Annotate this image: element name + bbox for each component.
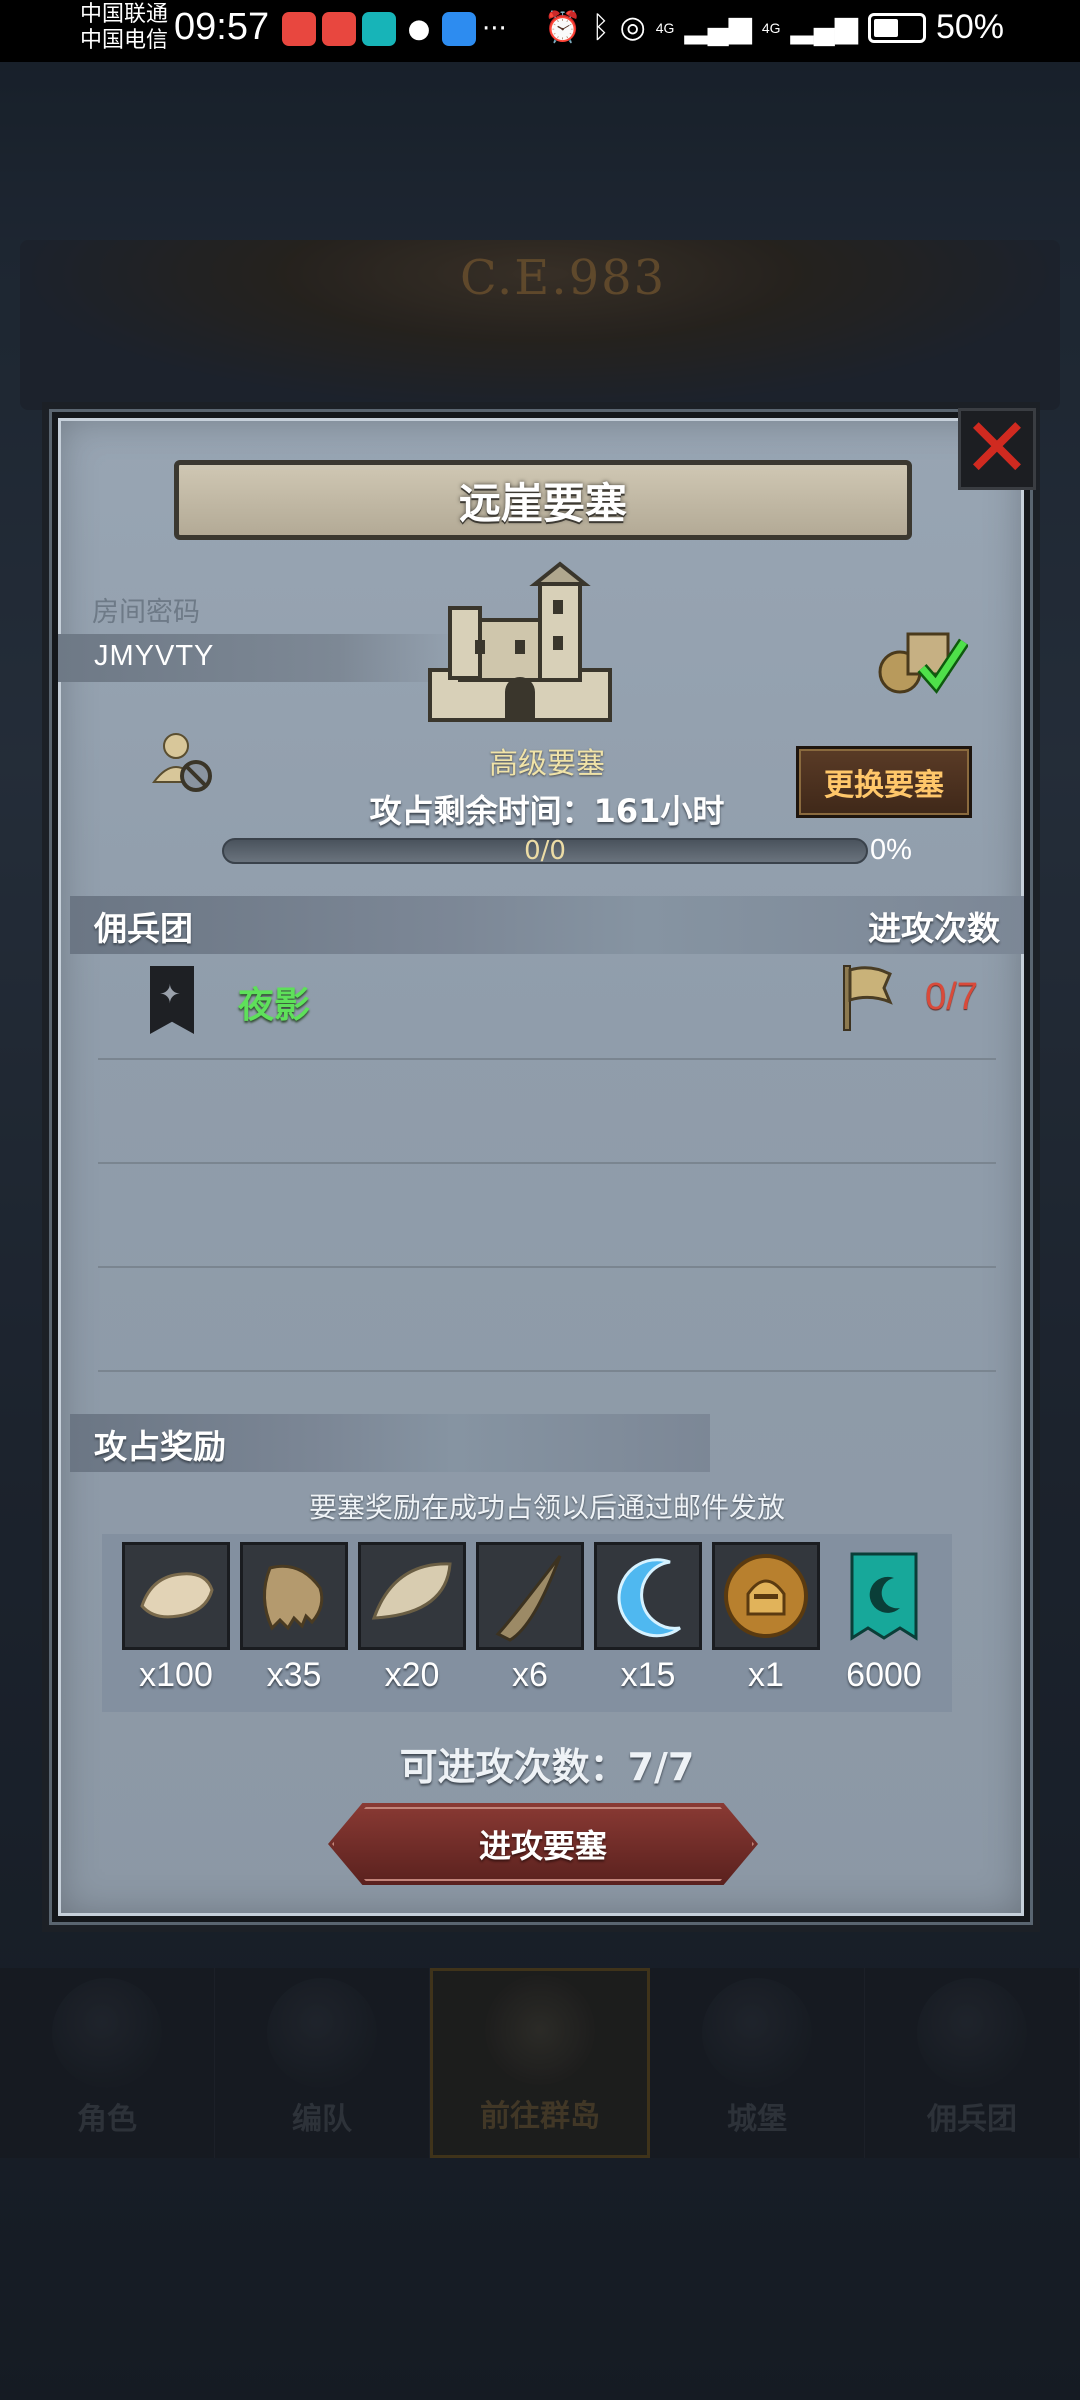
signal-icon: ▂▄▆ (684, 11, 752, 44)
supply-check-icon (878, 632, 968, 694)
banner-currency-icon (850, 1552, 918, 1641)
carrier-names: 中国联通 中国电信 (80, 2, 168, 54)
reward-slot (240, 1542, 348, 1650)
crescent-crystal-icon (617, 1558, 681, 1638)
dialog-title: 远崖要塞 (458, 478, 627, 528)
reward-slot (122, 1542, 230, 1650)
reward-quantity: x35 (266, 1656, 322, 1694)
reward-item[interactable]: x35 (240, 1542, 348, 1695)
progress-percent: 0% (870, 834, 912, 866)
attack-fortress-button[interactable]: 进攻要塞 (328, 1803, 758, 1885)
wechat-icon: ● (402, 12, 436, 46)
reward-slot (594, 1542, 702, 1650)
attack-count-header: 进攻次数 (868, 909, 1000, 948)
bluetooth-icon: ᛒ (591, 10, 610, 44)
carrier-2: 中国电信 (80, 28, 169, 53)
network-type-2: 4G (761, 19, 781, 36)
reward-slot (712, 1542, 820, 1650)
clock: 09:57 (174, 6, 270, 48)
alarm-icon: ⏰ (544, 11, 582, 44)
horn-icon (495, 1555, 562, 1642)
room-code[interactable]: JMYVTY (94, 640, 214, 673)
title-banner: 远崖要塞 (174, 460, 912, 540)
fortress-icon (428, 561, 612, 722)
reward-slot (476, 1542, 584, 1650)
tap-app-icon (362, 12, 396, 46)
huawei-app-icon (322, 12, 356, 46)
row-divider (98, 1058, 996, 1060)
battery-percent: 50% (935, 8, 1004, 46)
mercenary-name: 夜影 (238, 985, 311, 1026)
mercenary-attack-count: 0/7 (925, 976, 978, 1018)
mercenary-row[interactable]: 夜影 0/7 (88, 958, 1006, 1056)
attack-flag-icon (843, 965, 893, 1031)
reward-item[interactable]: x1 (712, 1542, 820, 1695)
status-bar: 中国联通 中国电信 09:57 ● ··· ⏰ ᛒ ◎ 4G ▂▄▆ 4G ▂▄… (0, 0, 1080, 62)
reward-slot (358, 1542, 466, 1650)
guild-banner-icon (150, 966, 194, 1034)
knight-medal-icon (724, 1554, 808, 1638)
reward-item[interactable]: 6000 (830, 1542, 938, 1695)
hotspot-icon: ◎ (619, 11, 646, 44)
network-type-1: 4G (655, 19, 675, 36)
room-password-label: 房间密码 (92, 597, 200, 628)
reward-item[interactable]: x20 (358, 1542, 466, 1695)
battery-icon (867, 12, 926, 43)
row-divider (98, 1162, 996, 1164)
close-icon: ✕ (962, 401, 1032, 496)
notification-icons: ● ··· (282, 12, 507, 46)
reward-item[interactable]: x15 (594, 1542, 702, 1695)
reward-item[interactable]: x100 (122, 1542, 230, 1695)
available-attacks: 可进攻次数：7/7 (399, 1745, 695, 1789)
reward-note: 要塞奖励在成功占领以后通过邮件发放 (308, 1491, 785, 1524)
feather-pelt-icon (371, 1562, 452, 1620)
row-divider (98, 1266, 996, 1268)
reward-quantity: x1 (748, 1656, 784, 1694)
reward-quantity: x6 (512, 1656, 548, 1694)
fortress-dialog: ✕ 远崖要塞 房间密码 JMYVTY 高级要塞 更换要塞 攻占剩余时间：161小… (49, 408, 1036, 1925)
reward-slot (830, 1542, 938, 1650)
more-notifications-icon: ··· (482, 14, 507, 44)
carrier-1: 中国联通 (80, 2, 169, 27)
reward-quantity: x15 (620, 1656, 676, 1694)
mercenary-header: 佣兵团 (94, 909, 193, 948)
close-button[interactable]: ✕ (958, 408, 1036, 490)
fur-pelt-icon (140, 1572, 214, 1619)
occupation-progress-bar: 0/0 (222, 836, 868, 866)
reward-quantity: 6000 (846, 1656, 922, 1694)
reward-quantity: x100 (139, 1656, 213, 1694)
claw-icon (263, 1564, 324, 1631)
remaining-time: 攻占剩余时间：161小时 (369, 792, 725, 830)
reward-header: 攻占奖励 (94, 1427, 226, 1466)
row-divider (98, 1370, 996, 1372)
bird-app-icon (442, 12, 476, 46)
reward-item[interactable]: x6 (476, 1542, 584, 1695)
progress-text: 0/0 (524, 836, 566, 866)
huawei-app-icon (282, 12, 316, 46)
reward-list: x100 x35 x20 x6 x15 x1 6000 (102, 1534, 952, 1712)
status-right: ⏰ ᛒ ◎ 4G ▂▄▆ 4G ▂▄▆ 50% (544, 8, 1004, 47)
reward-quantity: x20 (384, 1656, 440, 1694)
signal-icon: ▂▄▆ (790, 11, 858, 44)
attack-fortress-label: 进攻要塞 (478, 1827, 607, 1865)
